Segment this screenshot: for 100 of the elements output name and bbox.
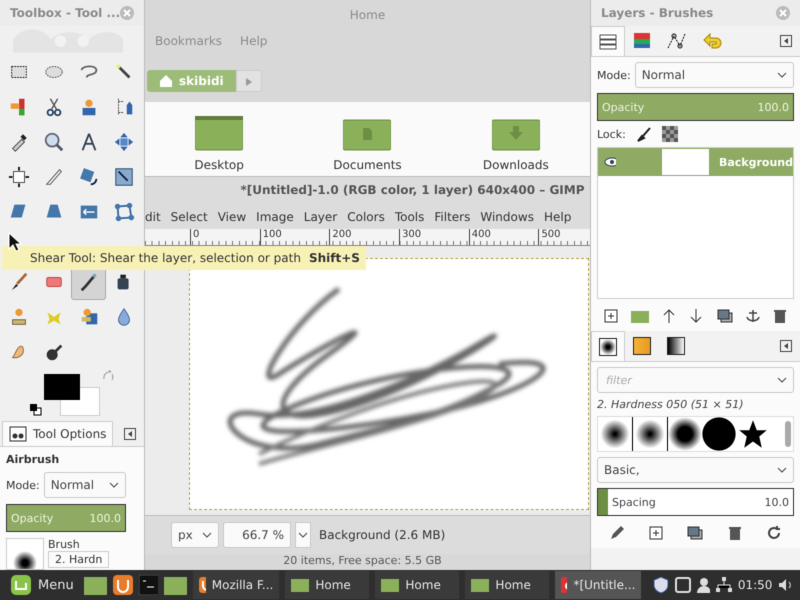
slider-value: 10.0 <box>764 496 789 508</box>
start-menu-button[interactable]: Menu <box>6 574 78 596</box>
ruler-label: 300 <box>399 229 469 245</box>
chevron-icon <box>777 467 787 473</box>
menu-item[interactable]: Tools <box>394 210 424 224</box>
mode-dropdown[interactable]: Normal <box>44 472 126 498</box>
new-brush-icon[interactable] <box>649 526 664 540</box>
window-title: Toolbox - Tool ... <box>10 6 120 20</box>
menu-item[interactable]: View <box>218 210 246 224</box>
tag-dropdown[interactable]: Basic, <box>597 457 794 483</box>
scrollbar[interactable] <box>785 421 791 447</box>
brush-name-field[interactable]: 2. Hardn <box>48 551 110 568</box>
menu-item[interactable]: Help <box>544 210 572 224</box>
taskbar-window-button[interactable]: Home <box>375 571 460 599</box>
taskbar-window-button[interactable]: Mozilla F... <box>193 571 280 599</box>
window-title: Layers - Brushes <box>601 6 714 20</box>
menu-item[interactable]: Layer <box>304 210 338 224</box>
paint-app-icon <box>561 577 568 593</box>
taskbar-window-button[interactable]: Home <box>285 571 370 599</box>
browser-icon <box>199 577 206 593</box>
brush-name: 2. Hardness 050 (51 × 51) <box>597 398 744 411</box>
brush-preview[interactable] <box>6 538 44 570</box>
status-text: Background (2.6 MB) <box>319 528 446 542</box>
trash-icon[interactable] <box>773 309 788 323</box>
folder-icon[interactable] <box>84 575 108 595</box>
chevron-icon <box>777 377 787 383</box>
down-arrow-icon[interactable] <box>689 309 704 323</box>
brush-icon <box>599 338 617 356</box>
zoom-dropdown-button[interactable] <box>295 522 311 548</box>
nodes-icon <box>112 201 134 224</box>
spacing-slider[interactable]: Spacing 10.0 <box>597 488 794 516</box>
lock-label: Lock: <box>597 128 626 140</box>
round-brush[interactable] <box>598 417 632 451</box>
checkerboard-icon[interactable] <box>662 126 678 142</box>
round-brush[interactable] <box>702 417 736 451</box>
airbrush-icon <box>78 271 100 294</box>
arrows-icon <box>112 131 134 154</box>
terminal-icon[interactable] <box>138 575 158 595</box>
anchor-icon[interactable] <box>746 309 760 323</box>
refresh-icon[interactable] <box>766 525 782 541</box>
taskbar-window-button[interactable]: Home <box>465 571 550 599</box>
layer-name: Background <box>718 156 793 168</box>
duplicate-icon[interactable] <box>716 309 733 323</box>
mode-label: Mode: <box>597 68 631 82</box>
status-text: 20 items, Free space: 5.5 GB <box>283 554 442 569</box>
pencil-icon[interactable] <box>609 525 626 541</box>
user-icon[interactable] <box>696 577 710 593</box>
tool-options-tab[interactable]: Tool Options <box>2 421 114 446</box>
scale-icon <box>112 166 134 188</box>
pattern-icon <box>633 337 651 355</box>
panel-menu-icon[interactable] <box>780 340 792 352</box>
brush-label: Brush <box>48 538 81 551</box>
ruler-label: 200 <box>329 229 400 245</box>
chevron-icon <box>298 532 308 538</box>
chevron-icon <box>109 482 119 488</box>
filter-dropdown[interactable]: filter <box>597 367 794 393</box>
brush-tab[interactable] <box>591 331 625 361</box>
default-colors-icon[interactable] <box>30 404 42 416</box>
menu-item[interactable]: Windows <box>480 210 534 224</box>
color-swatches[interactable] <box>44 374 100 416</box>
new-layer-icon[interactable] <box>604 309 618 323</box>
menu-item[interactable]: Colors <box>347 210 385 224</box>
mode-label: Mode: <box>6 478 40 492</box>
slider-label: Opacity <box>602 100 644 114</box>
duplicate-icon[interactable] <box>687 526 704 540</box>
menu-item[interactable]: Select <box>170 210 208 224</box>
menu-item[interactable]: Filters <box>434 210 470 224</box>
trash-icon[interactable] <box>728 526 742 540</box>
slider-value: 100.0 <box>90 512 121 524</box>
tool-name: Airbrush <box>6 453 60 466</box>
folder-icon <box>471 578 490 592</box>
menu-item[interactable]: Image <box>256 210 294 224</box>
layers-tab[interactable] <box>591 26 625 56</box>
taskbar-window-button[interactable]: *[Untitle... <box>555 571 642 599</box>
folder-icon[interactable] <box>164 575 188 595</box>
menu-item[interactable]: dit <box>145 210 161 224</box>
shortcut-text: Shift+S <box>308 251 360 265</box>
panel-menu-icon[interactable] <box>780 35 792 47</box>
folder-label: Documents <box>333 158 402 172</box>
chevron-icon <box>202 532 212 538</box>
ruler-label: 100 <box>260 229 330 245</box>
zoom-field[interactable]: 66.7 % <box>223 522 291 548</box>
unit-dropdown[interactable]: px <box>171 522 219 548</box>
mode-dropdown[interactable]: Normal <box>634 62 794 88</box>
network-icon[interactable] <box>716 577 732 593</box>
desktop-folder-icon[interactable] <box>195 116 244 152</box>
tool-options-icon <box>9 426 27 442</box>
filter-field[interactable]: filter <box>604 372 758 388</box>
speaker-icon[interactable] <box>778 577 794 593</box>
browser-icon[interactable] <box>113 575 133 595</box>
mouse-cursor-icon <box>8 232 22 252</box>
eye-icon[interactable] <box>604 157 616 167</box>
up-arrow-icon[interactable] <box>662 309 676 323</box>
shield-icon[interactable] <box>653 576 670 594</box>
home-icon <box>159 74 173 88</box>
panel-menu-icon[interactable] <box>124 428 136 440</box>
round-brush[interactable] <box>632 417 668 451</box>
round-brush[interactable] <box>668 417 702 451</box>
magnifier-icon <box>42 131 64 154</box>
brush-icon[interactable] <box>636 126 652 142</box>
